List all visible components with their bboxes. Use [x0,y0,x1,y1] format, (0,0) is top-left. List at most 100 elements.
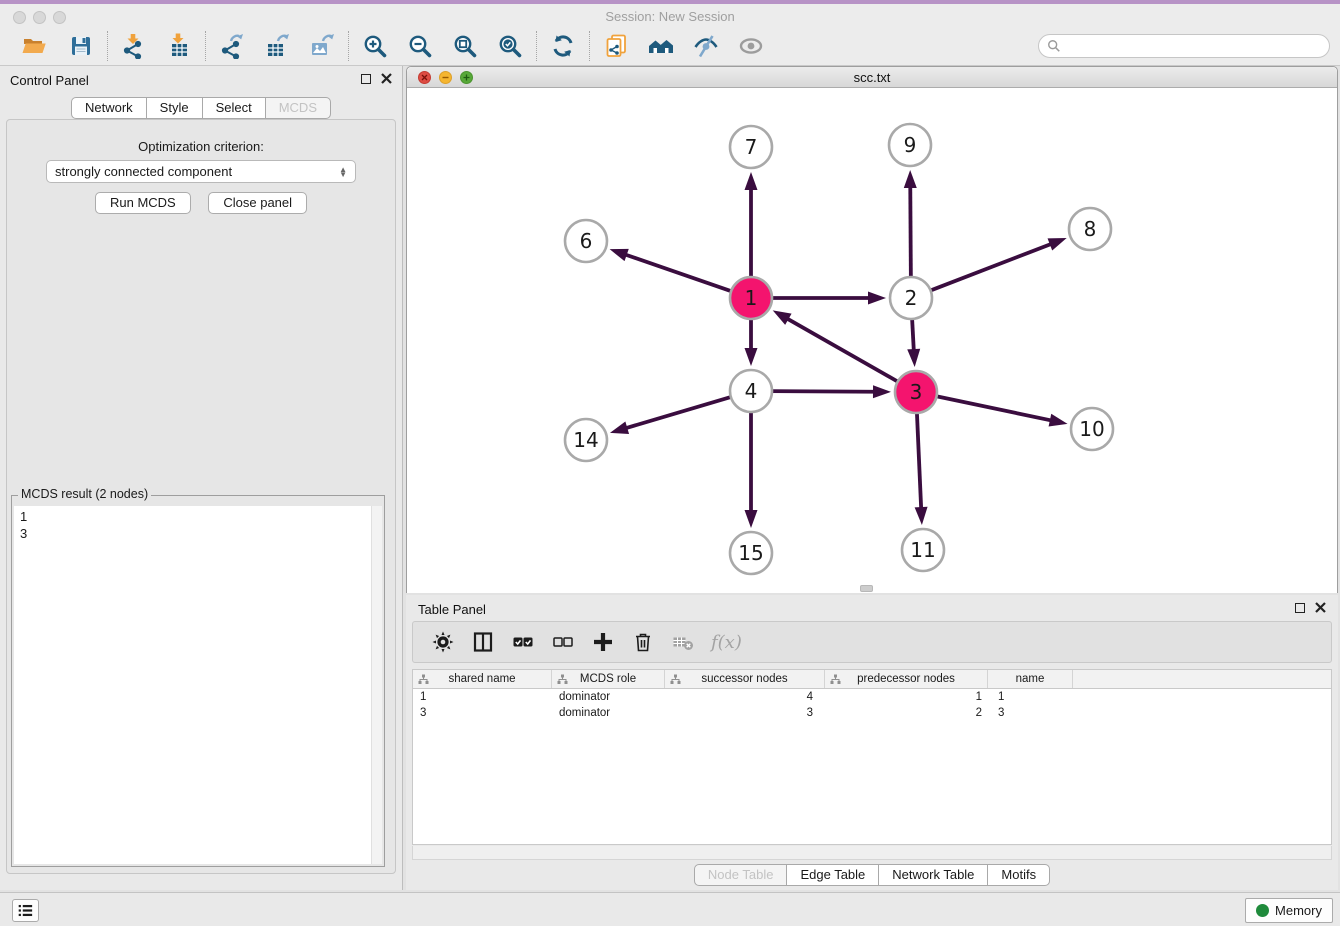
float-panel-icon[interactable] [1295,603,1305,613]
column-header[interactable]: successor nodes [665,670,825,688]
export-image-icon[interactable] [308,32,336,60]
graph-edge-arrowhead [773,310,792,325]
column-header[interactable]: predecessor nodes [825,670,988,688]
column-header[interactable]: name [988,670,1073,688]
select-stepper-icon: ▲▼ [339,167,347,177]
graph-edge-arrowhead [1049,414,1068,427]
tab-node-table[interactable]: Node Table [694,864,788,886]
graph-edge-arrowhead [610,249,629,261]
graph-edge-3-1 [787,318,900,382]
tab-select[interactable]: Select [202,97,266,119]
close-panel-button[interactable]: Close panel [208,192,307,214]
deselect-all-columns-icon[interactable] [551,630,575,654]
network-canvas[interactable]: 1234678910111415 [407,88,1337,593]
graph-edge-arrowhead [904,170,917,188]
graph-node-label: 8 [1084,217,1097,241]
result-line: 3 [20,525,382,542]
table-row[interactable]: 3 dominator 3 2 3 [413,705,1331,721]
delete-column-icon[interactable] [631,630,655,654]
tab-network-table[interactable]: Network Table [878,864,988,886]
graph-edge-3-11 [917,411,921,509]
close-panel-icon[interactable] [381,73,392,84]
node-table[interactable]: shared name MCDS role successor nodes pr… [412,669,1332,845]
cell-predecessor-nodes[interactable]: 2 [825,707,988,719]
import-network-icon[interactable] [120,32,148,60]
cell-mcds-role[interactable]: dominator [552,707,665,719]
graph-edge-4-3 [770,391,875,392]
mcds-result-text[interactable]: 1 3 [14,506,382,864]
optimization-criterion-label: Optimization criterion: [7,139,395,154]
apply-layout-icon[interactable] [549,32,577,60]
open-session-icon[interactable] [20,32,48,60]
gear-icon[interactable] [431,630,455,654]
zoom-selected-icon[interactable] [496,32,524,60]
graph-node-label: 14 [573,428,598,452]
save-session-icon[interactable] [67,32,95,60]
result-line: 1 [20,508,382,525]
graph-node-label: 11 [910,538,935,562]
select-all-columns-icon[interactable] [511,630,535,654]
graph-node-label: 15 [738,541,763,565]
cell-successor-nodes[interactable]: 3 [665,707,825,719]
import-table-icon[interactable] [165,32,193,60]
graph-edge-arrowhead [915,507,928,525]
zoom-in-icon[interactable] [361,32,389,60]
graph-node-label: 3 [910,380,923,404]
memory-status-icon [1256,904,1269,917]
memory-button[interactable]: Memory [1245,898,1333,923]
tab-motifs[interactable]: Motifs [987,864,1050,886]
column-header[interactable]: shared name [413,670,552,688]
zoom-fit-icon[interactable] [451,32,479,60]
tab-mcds[interactable]: MCDS [265,97,331,119]
search-icon [1047,39,1061,53]
float-panel-icon[interactable] [361,74,371,84]
tab-network[interactable]: Network [71,97,147,119]
cell-predecessor-nodes[interactable]: 1 [825,691,988,703]
hide-selected-icon[interactable] [692,32,720,60]
graph-edge-arrowhead [868,292,886,305]
graph-node-label: 4 [745,379,758,403]
delete-table-icon [671,630,695,654]
tab-edge-table[interactable]: Edge Table [786,864,879,886]
cell-name[interactable]: 3 [988,707,1073,719]
table-header-row: shared name MCDS role successor nodes pr… [413,670,1331,689]
optimization-criterion-select[interactable]: strongly connected component ▲▼ [46,160,356,183]
table-hscrollbar[interactable] [412,846,1332,860]
cell-shared-name[interactable]: 1 [413,691,552,703]
canvas-scroll-thumb[interactable] [860,585,873,592]
export-table-icon[interactable] [263,32,291,60]
add-column-icon[interactable] [591,630,615,654]
graph-edge-arrowhead [610,422,629,434]
close-panel-icon[interactable] [1315,602,1326,613]
tab-style[interactable]: Style [146,97,203,119]
export-network-icon[interactable] [218,32,246,60]
graph-edge-arrowhead [745,348,758,366]
cell-name[interactable]: 1 [988,691,1073,703]
column-type-icon [418,674,429,685]
search-field[interactable] [1038,34,1330,58]
cell-shared-name[interactable]: 3 [413,707,552,719]
column-type-icon [557,674,568,685]
run-mcds-button[interactable]: Run MCDS [95,192,191,214]
result-scrollbar[interactable] [371,506,382,864]
zoom-out-icon[interactable] [406,32,434,60]
column-header[interactable]: MCDS role [552,670,665,688]
graph-edge-1-6 [625,254,733,291]
split-view-icon[interactable] [471,630,495,654]
cell-successor-nodes[interactable]: 4 [665,691,825,703]
task-history-button[interactable] [12,899,39,922]
graph-edge-3-10 [935,396,1052,421]
table-row[interactable]: 1 dominator 4 1 1 [413,689,1331,705]
graph-node-label: 9 [904,133,917,157]
show-all-icon [737,32,765,60]
graph-edge-arrowhead [745,510,758,528]
graph-edge-arrowhead [907,349,920,367]
search-input[interactable] [1061,36,1329,56]
network-view-window: scc.txt 1234678910111415 [406,66,1338,593]
column-type-icon [830,674,841,685]
function-builder-icon: f(x) [711,632,742,653]
first-neighbors-icon[interactable] [647,32,675,60]
clone-network-icon[interactable] [602,32,630,60]
graph-node-label: 1 [745,286,758,310]
cell-mcds-role[interactable]: dominator [552,691,665,703]
